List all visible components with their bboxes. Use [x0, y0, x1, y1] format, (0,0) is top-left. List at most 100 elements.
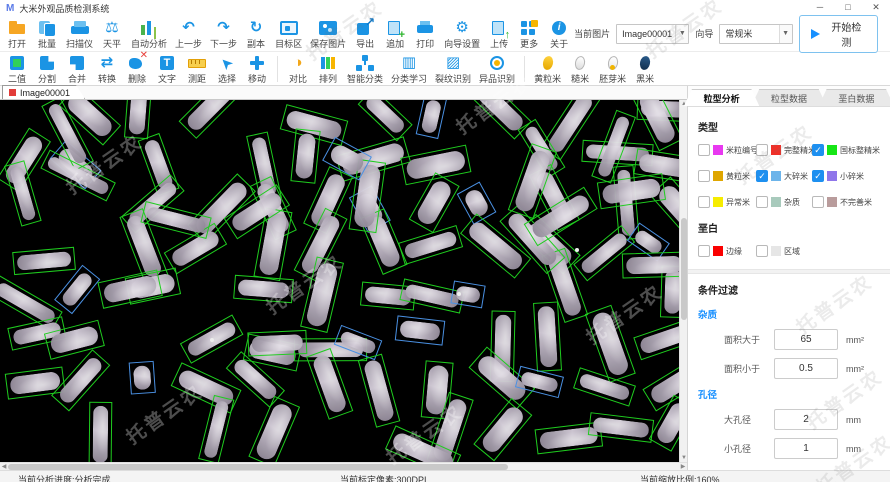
target-area-button[interactable]: 目标区 [271, 17, 306, 51]
rice-grain [237, 279, 289, 299]
batch-button[interactable]: 批量 [32, 17, 62, 51]
grain-germ-icon [602, 53, 624, 73]
rice-grain [538, 306, 559, 368]
filter-value-input[interactable] [774, 438, 838, 459]
measure-icon [186, 53, 208, 73]
vertical-scrollbar[interactable]: ▲ ▼ [679, 100, 687, 462]
save-image-button[interactable]: 保存图片 [306, 17, 350, 51]
export-button[interactable]: 导出 [350, 17, 380, 51]
contrast-icon [287, 53, 309, 73]
balance-button[interactable]: 天平 [97, 17, 127, 51]
binary-button[interactable]: 二值 [2, 52, 32, 86]
scanner-button[interactable]: 扫描仪 [62, 17, 97, 51]
folder-label: 打开 [8, 39, 26, 49]
checkbox-unchecked[interactable] [812, 196, 824, 208]
folder-button[interactable]: 打开 [2, 17, 32, 51]
start-detection-button[interactable]: 开始检测 [799, 15, 878, 53]
panel-tab-0[interactable]: 粒型分析 [684, 89, 759, 106]
contrast-button[interactable]: 对比 [283, 52, 313, 86]
split-icon [36, 53, 58, 73]
window-title: 大米外观品质检测系统 [19, 2, 109, 15]
category-toggle[interactable]: 小碎米 [812, 170, 880, 182]
category-toggle[interactable]: 米粒编号 [698, 144, 756, 156]
category-toggle[interactable]: 国标整精米 [812, 144, 880, 156]
grain-yellow-button[interactable]: 黄粒米 [530, 52, 565, 86]
primary-toolbar: 打开批量扫描仪天平自动分析上一步下一步副本目标区保存图片导出追加打印向导设置上传… [0, 16, 890, 52]
filter-value-input[interactable] [774, 409, 838, 430]
grain-bounding-box [622, 252, 679, 278]
split-button[interactable]: 分割 [32, 52, 62, 86]
about-button[interactable]: 关于 [544, 17, 574, 51]
vertical-scroll-thumb[interactable] [681, 218, 687, 320]
panel-tab-2[interactable]: 垩白数据 [819, 89, 890, 106]
merge-button[interactable]: 合并 [62, 52, 92, 86]
copy-button[interactable]: 副本 [241, 17, 271, 51]
classify-learn-button[interactable]: 分类学习 [387, 52, 431, 86]
rice-grain [252, 333, 303, 351]
checkbox-unchecked[interactable] [698, 144, 710, 156]
rice-grain [311, 353, 348, 415]
grain-brown-label: 糙米 [571, 74, 589, 84]
redo-button[interactable]: 下一步 [206, 17, 241, 51]
category-toggle[interactable]: 完整精米 [756, 144, 812, 156]
wizard-select[interactable]: 常规米 ▼ [719, 24, 792, 44]
auto-analyze-label: 自动分析 [131, 39, 167, 49]
grain-yellow-icon [537, 53, 559, 73]
text-button[interactable]: 文字 [152, 52, 182, 86]
checkbox-checked[interactable] [756, 170, 768, 182]
rice-grain [591, 310, 631, 378]
grain-bounding-box [395, 316, 445, 346]
undo-button[interactable]: 上一步 [171, 17, 206, 51]
checkbox-unchecked[interactable] [756, 245, 768, 257]
target-area-label: 目标区 [275, 39, 302, 49]
color-swatch [771, 197, 781, 207]
filter-value-input[interactable] [774, 329, 838, 350]
auto-analyze-icon [138, 18, 160, 38]
arrange-button[interactable]: 排列 [313, 52, 343, 86]
checkbox-unchecked[interactable] [698, 245, 710, 257]
move-button[interactable]: 移动 [242, 52, 272, 86]
crack-detect-button[interactable]: 裂纹识别 [431, 52, 475, 86]
rice-grain [93, 405, 109, 462]
smart-classify-button[interactable]: 智能分类 [343, 52, 387, 86]
category-toggle[interactable]: 杂质 [756, 196, 812, 208]
print-button[interactable]: 打印 [410, 17, 440, 51]
category-toggle[interactable]: 区域 [756, 245, 812, 257]
grain-germ-button[interactable]: 胚芽米 [595, 52, 630, 86]
filter-value-input[interactable] [774, 358, 838, 379]
upload-button[interactable]: 上传 [484, 17, 514, 51]
select-button[interactable]: 选择 [212, 52, 242, 86]
wizard-settings-label: 向导设置 [444, 39, 480, 49]
scroll-down-icon[interactable]: ▼ [680, 454, 688, 462]
convert-button[interactable]: 转换 [92, 52, 122, 86]
move-icon [246, 53, 268, 73]
grain-black-button[interactable]: 黑米 [630, 52, 660, 86]
measure-button[interactable]: 测距 [182, 52, 212, 86]
horizontal-scrollbar[interactable]: ◀ ▶ [0, 462, 687, 470]
grain-brown-button[interactable]: 糙米 [565, 52, 595, 86]
auto-analyze-button[interactable]: 自动分析 [127, 17, 171, 51]
checkbox-unchecked[interactable] [756, 144, 768, 156]
chalky-section-heading: 垩白 [698, 220, 880, 235]
delete-button[interactable]: 删除 [122, 52, 152, 86]
checkbox-unchecked[interactable] [698, 196, 710, 208]
checkbox-unchecked[interactable] [756, 196, 768, 208]
checkbox-checked[interactable] [812, 170, 824, 182]
category-toggle[interactable]: 黄粒米 [698, 170, 756, 182]
checkbox-unchecked[interactable] [698, 170, 710, 182]
panel-tab-1[interactable]: 粒型数据 [751, 89, 826, 106]
current-image-select[interactable]: Image00001 ▼ [616, 24, 689, 44]
category-toggle[interactable]: 不完善米 [812, 196, 880, 208]
image-canvas[interactable] [0, 100, 679, 462]
foreign-detect-button[interactable]: 异品识别 [475, 52, 519, 86]
chevron-down-icon[interactable]: ▼ [675, 25, 688, 43]
more-button[interactable]: 更多 [514, 17, 544, 51]
image-tab[interactable]: Image00001 [2, 85, 85, 99]
append-button[interactable]: 追加 [380, 17, 410, 51]
category-toggle[interactable]: 边缘 [698, 245, 756, 257]
category-toggle[interactable]: 大碎米 [756, 170, 812, 182]
wizard-settings-button[interactable]: 向导设置 [440, 17, 484, 51]
checkbox-checked[interactable] [812, 144, 824, 156]
category-toggle[interactable]: 异常米 [698, 196, 756, 208]
chevron-down-icon[interactable]: ▼ [779, 25, 792, 43]
